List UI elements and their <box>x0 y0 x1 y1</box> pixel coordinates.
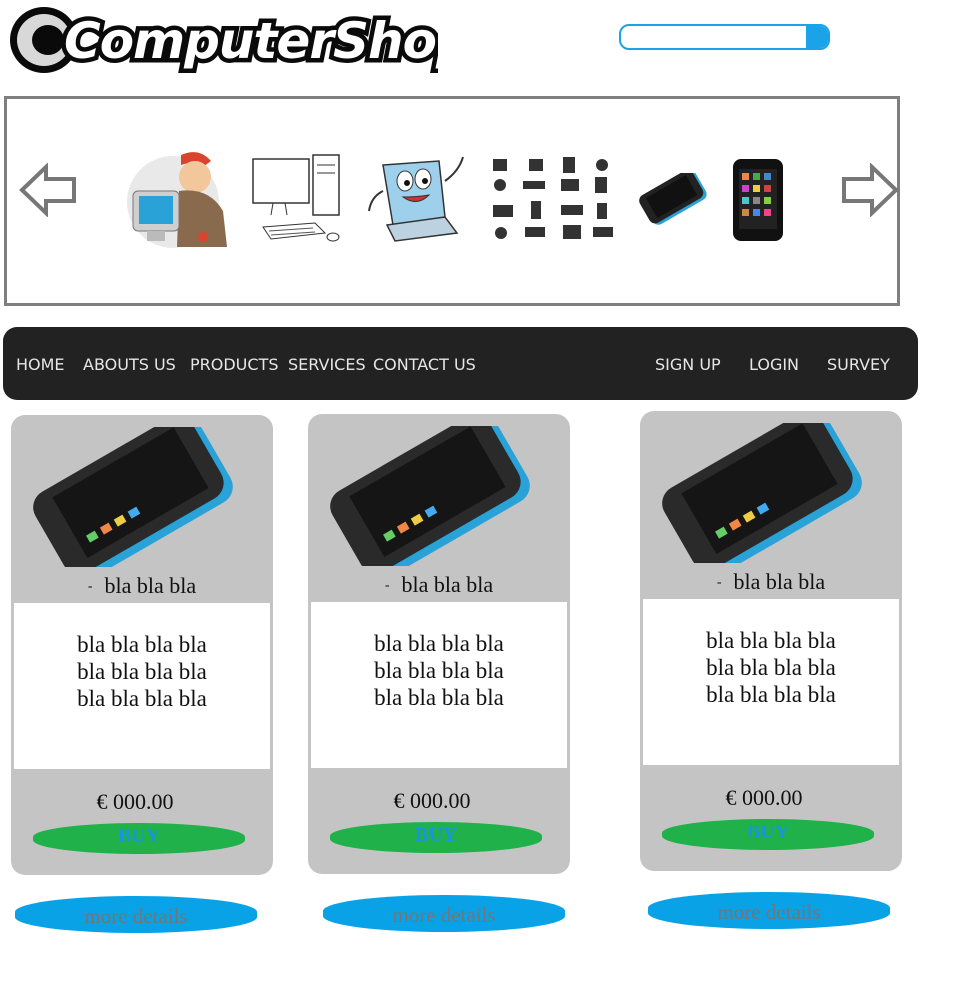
description-line: bla bla bla bla <box>77 659 207 684</box>
description-line: bla bla bla bla <box>374 631 504 656</box>
description-line: bla bla bla bla <box>706 655 836 680</box>
description-line: bla bla bla bla <box>77 632 207 657</box>
product-short-label: bla bla bla <box>104 573 197 598</box>
search-input[interactable] <box>621 26 817 48</box>
smartphone-icon <box>33 427 233 567</box>
technician-icon[interactable] <box>125 147 235 251</box>
nav-contact-us[interactable]: CONTACT US <box>373 355 476 374</box>
product-short-label: bla bla bla <box>733 569 826 594</box>
hardware-icons-grid-icon[interactable] <box>489 155 617 243</box>
nav-products[interactable]: PRODUCTS <box>190 355 279 374</box>
nav-about-us[interactable]: ABOUTS US <box>83 355 176 374</box>
main-navbar: HOME ABOUTS US PRODUCTS SERVICES CONTACT… <box>3 327 918 400</box>
product-short-text: - bla bla bla <box>384 572 494 597</box>
product-card: - bla bla bla bla bla bla bla bla bla bla… <box>640 411 902 871</box>
product-description: bla bla bla bla bla bla bla bla bla bla … <box>311 602 567 768</box>
tablet-icon[interactable] <box>731 157 785 243</box>
buy-button[interactable]: BUY <box>33 823 245 854</box>
product-description: bla bla bla bla bla bla bla bla bla bla … <box>643 599 899 765</box>
product-price: € 000.00 <box>725 785 803 810</box>
logo-text: ComputerShop <box>64 12 438 70</box>
product-short-text: - bla bla bla <box>87 573 197 598</box>
product-price: € 000.00 <box>96 789 174 814</box>
nav-sign-up[interactable]: SIGN UP <box>655 355 721 374</box>
nav-home[interactable]: HOME <box>16 355 65 374</box>
nav-login[interactable]: LOGIN <box>749 355 799 374</box>
buy-button[interactable]: BUY <box>662 819 874 850</box>
description-line: bla bla bla bla <box>374 658 504 683</box>
buy-button[interactable]: BUY <box>330 822 542 853</box>
smartphone-icon[interactable] <box>637 173 709 225</box>
nav-services[interactable]: SERVICES <box>288 355 366 374</box>
smartphone-icon <box>662 423 862 563</box>
search-button[interactable] <box>806 26 828 48</box>
arrow-right-icon[interactable] <box>840 163 900 217</box>
product-card: - bla bla bla bla bla bla bla bla bla bla… <box>11 415 273 875</box>
product-description: bla bla bla bla bla bla bla bla bla bla … <box>14 603 270 769</box>
smartphone-icon <box>330 426 530 566</box>
laptop-mascot-icon[interactable] <box>365 151 471 247</box>
search-box <box>619 24 830 50</box>
desktop-computer-icon[interactable] <box>249 153 345 249</box>
logo[interactable]: ComputerShop <box>6 2 438 78</box>
more-details-button[interactable]: more details <box>15 896 257 933</box>
description-line: bla bla bla bla <box>374 685 504 710</box>
product-carousel <box>4 96 900 306</box>
more-details-button[interactable]: more details <box>323 895 565 932</box>
description-line: bla bla bla bla <box>706 628 836 653</box>
arrow-left-icon[interactable] <box>18 163 78 217</box>
description-line: bla bla bla bla <box>77 686 207 711</box>
more-details-button[interactable]: more details <box>648 892 890 929</box>
description-line: bla bla bla bla <box>706 682 836 707</box>
product-short-label: bla bla bla <box>401 572 494 597</box>
product-card: - bla bla bla bla bla bla bla bla bla bla… <box>308 414 570 874</box>
nav-survey[interactable]: SURVEY <box>827 355 890 374</box>
product-price: € 000.00 <box>393 788 471 813</box>
product-short-text: - bla bla bla <box>716 569 826 594</box>
